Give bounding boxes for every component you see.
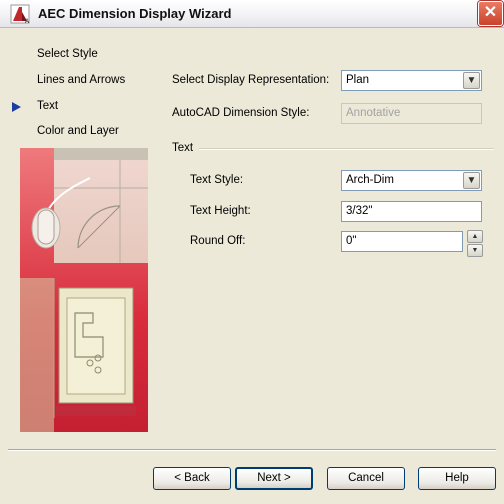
- dim-style-label: AutoCAD Dimension Style:: [172, 107, 310, 119]
- close-button[interactable]: ✕: [478, 1, 503, 26]
- next-button[interactable]: Next >: [235, 467, 313, 490]
- dim-style-value: Annotative: [346, 107, 401, 119]
- round-off-spinner[interactable]: ▲ ▼: [467, 230, 483, 257]
- text-style-value: Arch-Dim: [346, 174, 394, 186]
- text-group-label: Text: [172, 142, 194, 154]
- help-button[interactable]: Help: [418, 467, 496, 490]
- cancel-button[interactable]: Cancel: [327, 467, 405, 490]
- text-height-label: Text Height:: [190, 205, 251, 217]
- round-off-input[interactable]: 0": [341, 231, 463, 252]
- step-color-and-layer[interactable]: Color and Layer: [37, 125, 119, 137]
- step-text[interactable]: Text: [37, 100, 58, 112]
- spin-up-icon[interactable]: ▲: [467, 230, 483, 243]
- display-rep-select[interactable]: Plan ▼: [341, 70, 482, 91]
- title-bar[interactable]: A AEC Dimension Display Wizard ✕: [0, 0, 504, 28]
- step-lines-and-arrows[interactable]: Lines and Arrows: [37, 74, 125, 86]
- svg-text:A: A: [25, 19, 29, 24]
- text-style-select[interactable]: Arch-Dim ▼: [341, 170, 482, 191]
- display-rep-value: Plan: [346, 74, 370, 86]
- text-height-input[interactable]: 3/32": [341, 201, 482, 222]
- text-height-value: 3/32": [346, 205, 373, 217]
- window-title: AEC Dimension Display Wizard: [38, 6, 232, 21]
- wizard-dialog: A AEC Dimension Display Wizard ✕ Select …: [0, 0, 504, 504]
- chevron-down-icon[interactable]: ▼: [463, 72, 480, 89]
- dim-style-field: Annotative: [341, 103, 482, 124]
- round-off-label: Round Off:: [190, 235, 246, 247]
- current-step-arrow-icon: [12, 102, 21, 112]
- wizard-illustration: [20, 148, 148, 432]
- spin-down-icon[interactable]: ▼: [467, 244, 483, 257]
- text-style-label: Text Style:: [190, 174, 244, 186]
- step-select-style[interactable]: Select Style: [37, 48, 98, 60]
- round-off-value: 0": [346, 235, 357, 247]
- footer-divider: [8, 449, 496, 451]
- display-rep-label: Select Display Representation:: [172, 74, 330, 86]
- back-button[interactable]: < Back: [153, 467, 231, 490]
- group-divider: [199, 148, 494, 150]
- chevron-down-icon[interactable]: ▼: [463, 172, 480, 189]
- aec-app-icon: A: [10, 4, 30, 24]
- close-icon: ✕: [483, 4, 498, 21]
